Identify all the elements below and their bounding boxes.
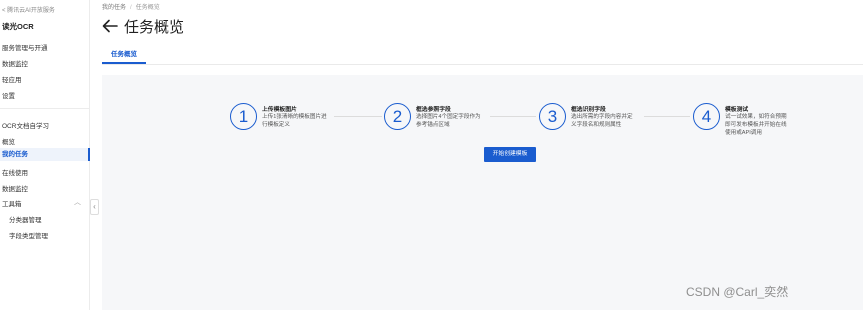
sidebar-item-classifier-management[interactable]: 分类器管理: [9, 214, 42, 224]
back-arrow-icon[interactable]: [102, 19, 118, 33]
step-description: 选出所需的字段内容并定义字段名和规则属性: [571, 114, 633, 128]
step-title: 上传模板图片: [262, 107, 297, 113]
breadcrumb: 我的任务 / 任务概览: [102, 2, 160, 11]
sidebar-divider: [0, 108, 90, 109]
step-description: 选择图片4个固定字段作为参考锚点区域: [416, 114, 481, 128]
breadcrumb-current: 任务概览: [135, 5, 160, 11]
sidebar-item-my-tasks[interactable]: 我的任务: [0, 148, 90, 161]
step-title: 模板测试: [725, 107, 749, 113]
step-number: 4: [693, 103, 720, 130]
sidebar-item-data-monitor[interactable]: 数据监控: [2, 58, 28, 68]
step-description: 上传1张清晰的模板图片进行模板定义: [262, 114, 327, 128]
start-create-template-button[interactable]: 开始创建模板: [484, 147, 536, 162]
step-connector: [334, 116, 382, 117]
chevron-up-icon[interactable]: ︿: [74, 197, 81, 207]
sidebar-item-overview[interactable]: 概览: [2, 136, 15, 146]
breadcrumb-my-tasks[interactable]: 我的任务: [102, 5, 126, 11]
sidebar: < 腾讯云AI开放服务 读光OCR 服务管理与开通 数据监控 轻应用 设置 OC…: [0, 0, 90, 310]
breadcrumb-separator: /: [130, 5, 132, 11]
app-name: 读光OCR: [2, 22, 34, 31]
sidebar-item-service-management[interactable]: 服务管理与开通: [2, 42, 48, 52]
sidebar-item-settings[interactable]: 设置: [2, 90, 15, 100]
step-title: 框选参照字段: [416, 107, 451, 113]
step-number: 1: [230, 103, 257, 130]
sidebar-collapse-handle[interactable]: ‹: [90, 199, 99, 215]
tab-underline-divider: [102, 64, 863, 65]
title-row: 任务概览: [102, 15, 184, 37]
step-connector: [490, 116, 536, 117]
sidebar-item-data-monitor-2[interactable]: 数据监控: [2, 183, 28, 193]
main-content: 我的任务 / 任务概览 任务概览 任务概览 1 上传模板图片 上传1张清晰的模板图片…: [102, 0, 865, 310]
step-title: 框选识别字段: [571, 107, 606, 113]
page-title: 任务概览: [124, 18, 185, 36]
sidebar-item-online-use[interactable]: 在线使用: [2, 167, 28, 177]
sidebar-item-field-type-management[interactable]: 字段类型管理: [9, 230, 48, 240]
step-connector: [644, 116, 690, 117]
sidebar-item-toolbox[interactable]: 工具箱: [2, 198, 22, 208]
watermark: CSDN @Carl_奕然: [686, 285, 789, 299]
step-number: 3: [539, 103, 566, 130]
back-to-services-link[interactable]: < 腾讯云AI开放服务: [2, 5, 55, 14]
step-description: 试一试效果，如符合预期即可发布模板并开始在线使用或API调用: [725, 114, 787, 136]
sidebar-section-ocr-self-learning[interactable]: OCR文档自学习: [2, 120, 49, 130]
sidebar-item-light-app[interactable]: 轻应用: [2, 74, 22, 84]
steps-panel: [102, 75, 863, 310]
step-number: 2: [384, 103, 411, 130]
tab-task-overview[interactable]: 任务概览: [102, 48, 146, 64]
